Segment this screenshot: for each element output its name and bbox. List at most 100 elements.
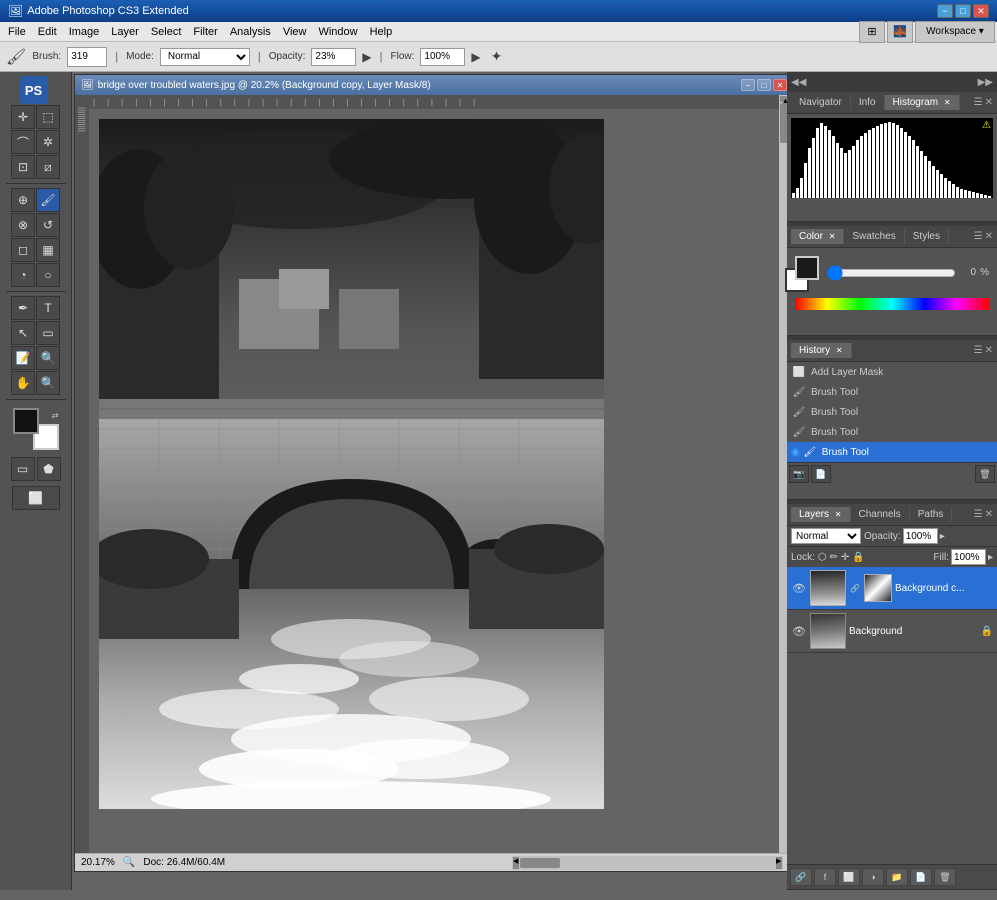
eyedropper-tool[interactable]: 🔍 [36, 346, 60, 370]
shape-tool[interactable]: ▭ [36, 321, 60, 345]
layers-blend-select[interactable]: Normal Multiply Screen Overlay [791, 528, 861, 544]
opacity-dropdown-icon[interactable]: ▸ [940, 531, 945, 542]
layers-panel-menu[interactable]: ☰ [974, 509, 983, 520]
pen-tool[interactable]: ✒ [11, 296, 35, 320]
clone-tool[interactable]: ⊗ [11, 213, 35, 237]
layers-fill-input[interactable] [951, 549, 986, 565]
dodge-tool[interactable]: ○ [36, 263, 60, 287]
history-panel-expand[interactable]: ✕ [985, 345, 993, 356]
flow-arrow[interactable]: ▶ [471, 50, 480, 64]
slice-tool[interactable]: ⧄ [36, 155, 60, 179]
menu-image[interactable]: Image [63, 24, 106, 40]
menu-help[interactable]: Help [364, 24, 399, 40]
eraser-tool[interactable]: ◻ [11, 238, 35, 262]
tab-layers[interactable]: Layers ✕ [791, 507, 851, 522]
tab-histogram[interactable]: Histogram ✕ [885, 95, 960, 110]
panels-expand-btn[interactable]: ▶▶ [978, 77, 993, 88]
add-layer-style-btn[interactable]: f [814, 868, 836, 886]
tab-history[interactable]: History ✕ [791, 343, 852, 358]
doc-minimize-btn[interactable]: − [741, 79, 755, 91]
scroll-arrow-up[interactable]: ▲ [780, 96, 787, 102]
maximize-button[interactable]: □ [955, 4, 971, 18]
lock-position-icon[interactable]: ✛ [841, 552, 849, 563]
menu-layer[interactable]: Layer [105, 24, 145, 40]
tab-paths[interactable]: Paths [910, 507, 953, 522]
tab-navigator[interactable]: Navigator [791, 95, 851, 110]
histogram-close-icon[interactable]: ✕ [944, 98, 951, 107]
workspace-dropdown[interactable]: Workspace ▾ [915, 21, 995, 43]
menu-analysis[interactable]: Analysis [224, 24, 277, 40]
k-slider[interactable] [827, 269, 956, 277]
lock-image-icon[interactable]: ✏ [830, 552, 838, 563]
lock-transparent-icon[interactable]: ⬡ [818, 552, 827, 563]
history-item-brush-4-active[interactable]: ◉ 🖌 Brush Tool [787, 442, 997, 462]
text-tool[interactable]: T [36, 296, 60, 320]
history-item-brush-3[interactable]: 🖌 Brush Tool [787, 422, 997, 442]
color-panel-menu[interactable]: ☰ [974, 231, 983, 242]
move-tool[interactable]: ✛ [11, 105, 35, 129]
bridge-btn[interactable]: 🌉 [887, 21, 913, 43]
panel-menu-icon[interactable]: ☰ [974, 97, 983, 108]
add-layer-mask-btn[interactable]: ⬜ [838, 868, 860, 886]
opacity-input[interactable] [311, 48, 356, 66]
doc-close-btn[interactable]: ✕ [773, 79, 787, 91]
foreground-color-box[interactable] [795, 256, 819, 280]
document-canvas[interactable]: OceanofFXG [99, 119, 604, 809]
quick-mask-btn[interactable]: ⬟ [37, 457, 61, 481]
history-panel-menu[interactable]: ☰ [974, 345, 983, 356]
airbrush-icon[interactable]: ✦ [491, 48, 503, 65]
notes-tool[interactable]: 📝 [11, 346, 35, 370]
minimize-button[interactable]: − [937, 4, 953, 18]
history-item-brush-1[interactable]: 🖌 Brush Tool [787, 382, 997, 402]
scroll-track-v[interactable] [779, 103, 787, 863]
tab-channels[interactable]: Channels [851, 507, 910, 522]
review-mode-btn[interactable]: ⊞ [859, 21, 885, 43]
delete-layer-btn[interactable]: 🗑 [934, 868, 956, 886]
history-close-icon[interactable]: ✕ [836, 346, 843, 355]
layer-visibility-eye-copy[interactable]: 👁 [791, 580, 807, 596]
canvas-scroll-area[interactable]: OceanofFXG [89, 109, 779, 871]
tab-info[interactable]: Info [851, 95, 885, 110]
scroll-arrow-right[interactable]: ▶ [776, 857, 782, 869]
menu-select[interactable]: Select [145, 24, 188, 40]
panels-collapse-btn[interactable]: ◀◀ [791, 77, 806, 88]
brush-size-selector[interactable]: 319 [67, 47, 107, 67]
history-item-add-mask[interactable]: ⬜ Add Layer Mask [787, 362, 997, 382]
menu-edit[interactable]: Edit [32, 24, 63, 40]
color-spectrum-bar[interactable] [795, 298, 989, 310]
create-group-btn[interactable]: 📁 [886, 868, 908, 886]
layers-panel-expand[interactable]: ✕ [985, 509, 993, 520]
layer-background-copy[interactable]: 👁 🔗 Background c... [787, 567, 997, 610]
vertical-scrollbar[interactable]: ▲ ▼ [779, 95, 787, 871]
magic-wand-tool[interactable]: ✲ [36, 130, 60, 154]
zoom-tool[interactable]: 🔍 [36, 371, 60, 395]
opacity-arrow[interactable]: ▶ [362, 50, 371, 64]
histogram-expand-icon[interactable]: ✕ [985, 97, 993, 108]
color-panel-expand[interactable]: ✕ [985, 231, 993, 242]
histogram-warning-icon[interactable]: ⚠ [982, 120, 991, 131]
scroll-thumb-v[interactable] [780, 103, 787, 143]
layer-background[interactable]: 👁 Background 🔒 [787, 610, 997, 653]
tab-styles[interactable]: Styles [905, 229, 949, 244]
link-layers-btn[interactable]: 🔗 [790, 868, 812, 886]
create-fill-adjustment-btn[interactable]: ◑ [862, 868, 884, 886]
horizontal-scrollbar[interactable]: ◀ ▶ [512, 856, 783, 870]
menu-filter[interactable]: Filter [187, 24, 223, 40]
menu-file[interactable]: File [2, 24, 32, 40]
lock-all-icon[interactable]: 🔒 [852, 552, 864, 563]
create-new-doc-btn[interactable]: 📄 [811, 465, 831, 483]
hand-tool[interactable]: ✋ [11, 371, 35, 395]
menu-window[interactable]: Window [312, 24, 363, 40]
gradient-tool[interactable]: ▦ [36, 238, 60, 262]
layers-close-icon[interactable]: ✕ [835, 510, 842, 519]
fill-dropdown-icon[interactable]: ▸ [988, 552, 993, 563]
foreground-color-swatch[interactable] [13, 408, 39, 434]
tab-color[interactable]: Color ✕ [791, 229, 844, 244]
zoom-icon[interactable]: 🔍 [123, 857, 135, 868]
path-select-tool[interactable]: ↖ [11, 321, 35, 345]
swap-colors-icon[interactable]: ⇄ [52, 411, 59, 420]
close-button[interactable]: ✕ [973, 4, 989, 18]
marquee-tool[interactable]: ⬚ [36, 105, 60, 129]
brush-tool[interactable]: 🖌 [36, 188, 60, 212]
create-new-snapshot-btn[interactable]: 📷 [789, 465, 809, 483]
